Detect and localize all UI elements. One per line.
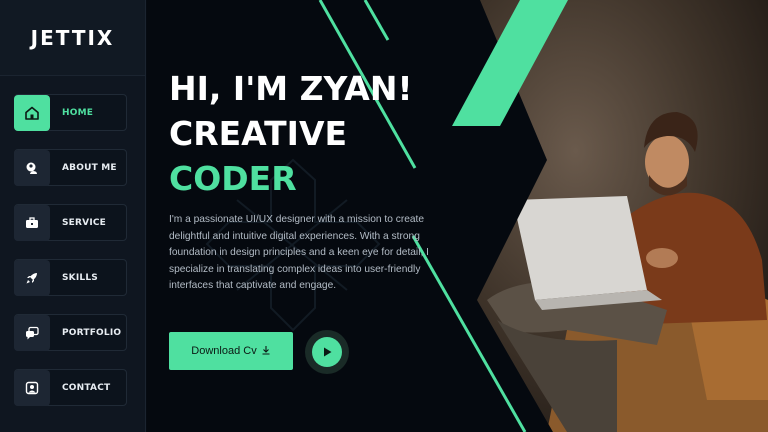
briefcase-icon [14, 204, 50, 241]
headline-line-2: CREATIVE [169, 114, 348, 153]
play-button-circle [312, 337, 342, 367]
user-icon [14, 149, 50, 186]
sidebar-item-label: ABOUT ME [62, 162, 117, 173]
chat-icon [14, 314, 50, 351]
home-icon [14, 94, 50, 131]
logo-area: JETTIX [0, 0, 145, 76]
sidebar-item-label: SERVICE [62, 217, 107, 228]
sidebar-item-home[interactable]: HOME [14, 94, 127, 131]
sidebar-item-skills[interactable]: SKILLS [14, 259, 127, 296]
rocket-icon [14, 259, 50, 296]
sidebar-item-portfolio[interactable]: PORTFOLIO [14, 314, 127, 351]
contact-icon [14, 369, 50, 406]
sidebar-item-about-me[interactable]: ABOUT ME [14, 149, 127, 186]
play-video-button[interactable] [305, 330, 349, 374]
sidebar: JETTIX HOME ABOUT ME SERVICE SKILLS PORT… [0, 0, 146, 432]
sidebar-item-label: SKILLS [62, 272, 98, 283]
headline-accent: CODER [169, 159, 297, 198]
headline-line-1: HI, I'M ZYAN! [169, 69, 413, 108]
sidebar-item-service[interactable]: SERVICE [14, 204, 127, 241]
brand-logo[interactable]: JETTIX [31, 26, 115, 50]
download-cv-button[interactable]: Download Cv [169, 332, 293, 370]
hero-section: HI, I'M ZYAN! CREATIVE CODER I'm a passi… [147, 0, 768, 432]
download-cv-label: Download Cv [191, 345, 257, 357]
play-icon [324, 347, 332, 357]
hero-bio: I'm a passionate UI/UX designer with a m… [169, 214, 429, 291]
sidebar-item-label: HOME [62, 107, 94, 118]
sidebar-item-contact[interactable]: CONTACT [14, 369, 127, 406]
sidebar-item-label: CONTACT [62, 382, 111, 393]
download-icon [261, 345, 271, 358]
sidebar-item-label: PORTFOLIO [62, 327, 122, 338]
hero-headline: HI, I'M ZYAN! CREATIVE CODER [169, 66, 413, 201]
